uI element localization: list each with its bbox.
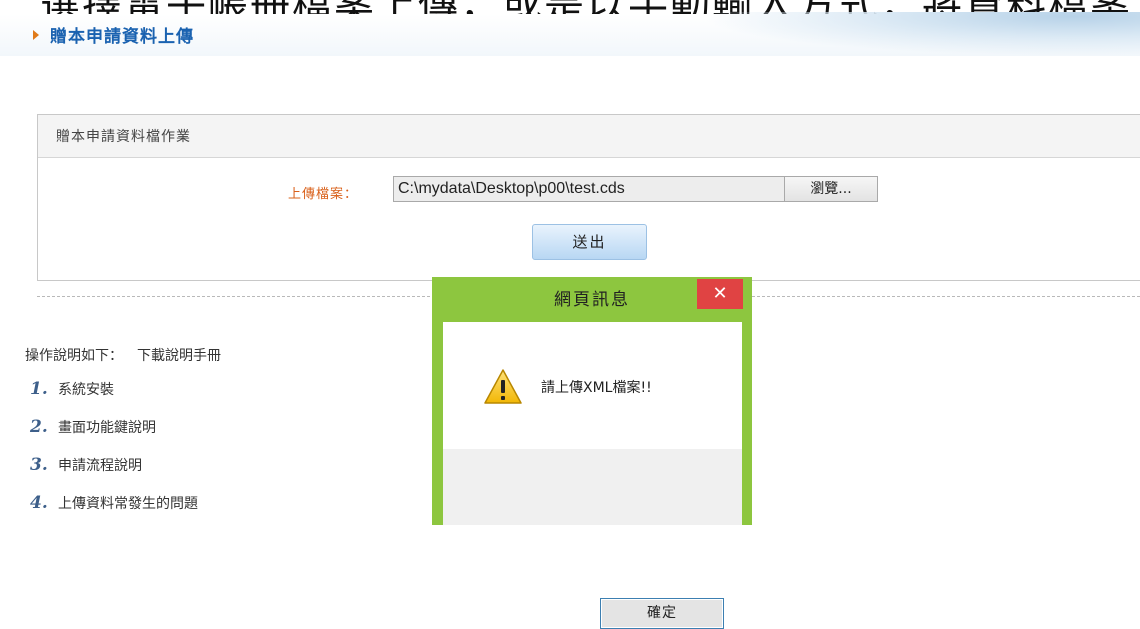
panel-title: 贈本申請資料檔作業 [38,115,1140,158]
dialog-body: 請上傳XML檔案!! 確定 [443,322,742,629]
upload-file-label: 上傳檔案： [288,187,359,202]
instruction-item[interactable]: 2. 畫面功能鍵說明 [30,408,198,446]
close-icon[interactable]: ✕ [697,279,743,309]
header-decoration [700,12,1140,56]
dialog-message: 請上傳XML檔案!! [541,380,652,396]
submit-button[interactable]: 送出 [532,224,647,260]
instructions-heading-text: 操作說明如下： [25,348,123,364]
instructions-list: 1. 系統安裝 2. 畫面功能鍵說明 3. 申請流程說明 4. 上傳資料常發生的… [30,370,198,522]
header-arrow-icon [33,30,39,40]
instruction-label[interactable]: 系統安裝 [58,379,114,399]
warning-icon [484,369,522,404]
upload-panel: 贈本申請資料檔作業 上傳檔案： C:\mydata\Desktop\p00\te… [37,114,1140,281]
ok-button[interactable]: 確定 [600,598,724,629]
instruction-item[interactable]: 1. 系統安裝 [30,370,198,408]
instruction-label[interactable]: 上傳資料常發生的問題 [58,493,198,513]
instruction-label[interactable]: 申請流程說明 [58,455,142,475]
instruction-number: 1. [30,379,48,399]
browse-button[interactable]: 瀏覽... [784,176,878,202]
download-manual-link[interactable]: 下載說明手冊 [137,348,221,364]
instruction-label[interactable]: 畫面功能鍵說明 [58,417,156,437]
instruction-number: 4. [30,493,48,513]
instructions-heading: 操作說明如下： 下載說明手冊 [25,345,221,365]
page-title-reflection: 贈本申請資料上傳 [50,33,194,45]
instruction-item[interactable]: 3. 申請流程說明 [30,446,198,484]
dialog-footer: 確定 [443,449,742,629]
alert-dialog: 網頁訊息 ✕ 請上傳XML檔案!! 確定 [432,277,752,629]
file-path-input[interactable]: C:\mydata\Desktop\p00\test.cds [393,176,821,202]
instruction-number: 2. [30,417,48,437]
instruction-number: 3. [30,455,48,475]
instruction-item[interactable]: 4. 上傳資料常發生的問題 [30,484,198,522]
